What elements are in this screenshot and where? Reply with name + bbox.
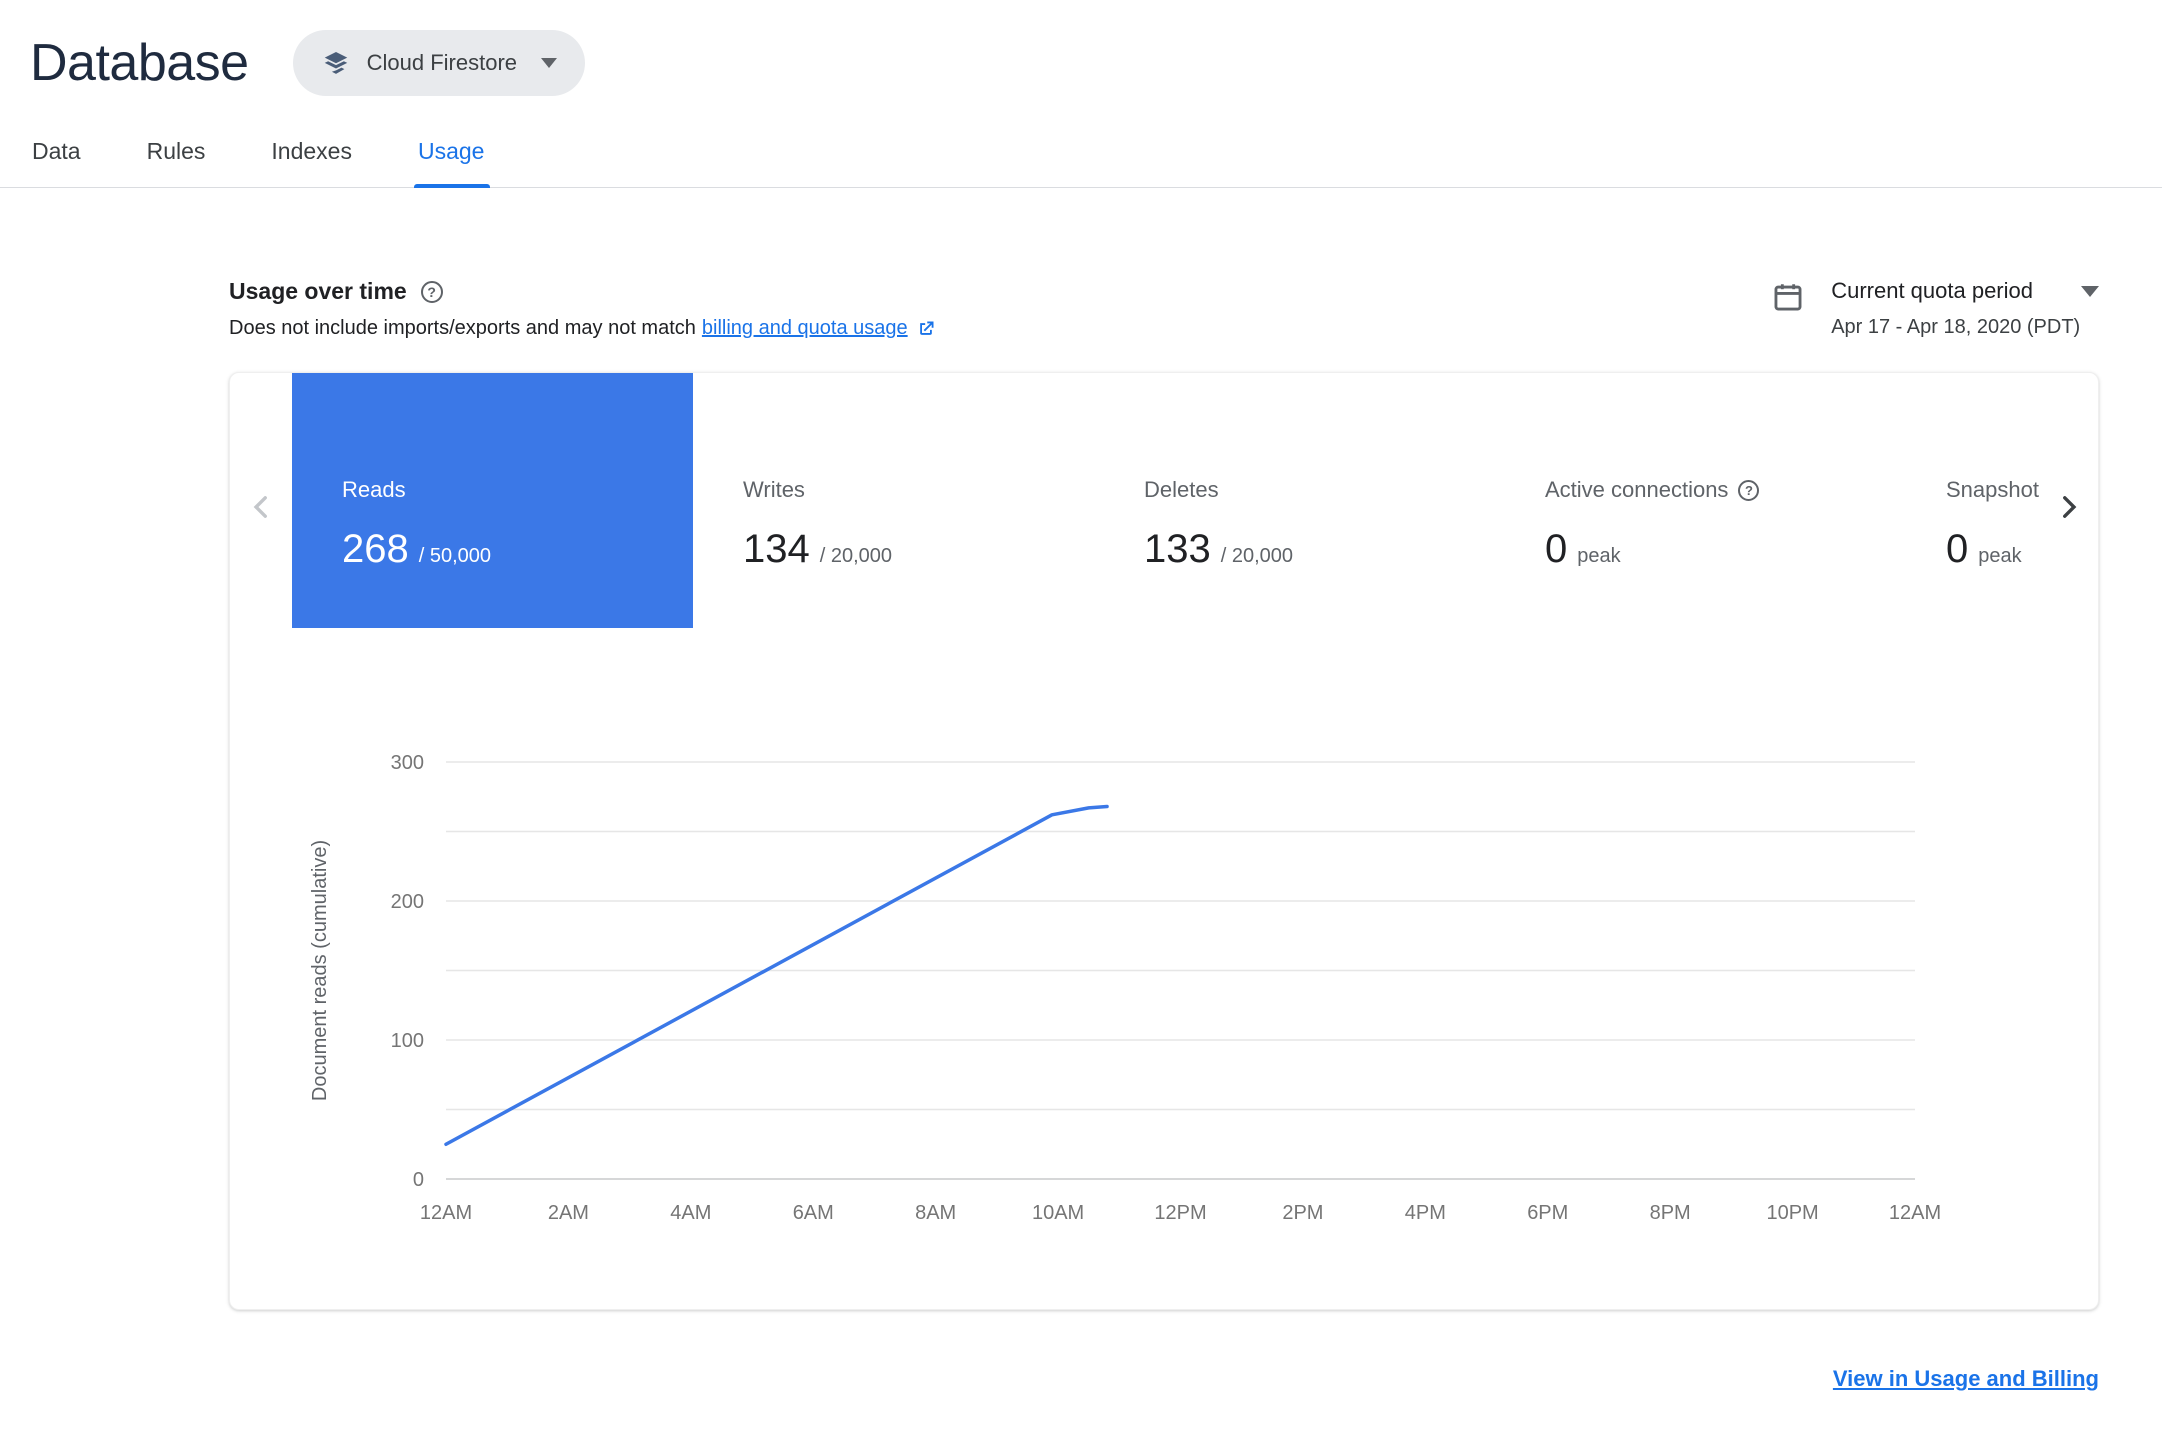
- quota-period-select[interactable]: Current quota period: [1831, 278, 2099, 304]
- active-connections-value: 0: [1545, 527, 1568, 571]
- svg-text:2PM: 2PM: [1282, 1202, 1323, 1224]
- svg-text:300: 300: [391, 752, 424, 774]
- metric-tiles-viewport: Reads 268 / 50,000 Writes 134 / 20,000 D…: [230, 373, 2045, 628]
- svg-text:6PM: 6PM: [1527, 1202, 1568, 1224]
- usage-description-text: Does not include imports/exports and may…: [229, 317, 696, 339]
- snapshot-listeners-value: 0: [1946, 527, 1969, 571]
- svg-text:12PM: 12PM: [1154, 1202, 1206, 1224]
- svg-text:200: 200: [391, 891, 424, 913]
- reads-limit: / 50,000: [418, 545, 492, 567]
- carousel-prev-button[interactable]: [244, 490, 278, 524]
- section-title: Usage over time: [229, 278, 407, 304]
- usage-header-left: Usage over time ? Does not include impor…: [229, 278, 936, 340]
- chevron-down-icon: [2081, 285, 2099, 297]
- quota-period-label: Current quota period: [1831, 278, 2033, 303]
- svg-text:10PM: 10PM: [1766, 1202, 1818, 1224]
- writes-limit: / 20,000: [819, 545, 893, 567]
- page-title: Database: [30, 34, 249, 92]
- svg-text:6AM: 6AM: [793, 1202, 834, 1224]
- svg-text:Document reads (cumulative): Document reads (cumulative): [309, 840, 331, 1101]
- tab-data[interactable]: Data: [30, 120, 83, 187]
- metric-tiles-row: Reads 268 / 50,000 Writes 134 / 20,000 D…: [230, 373, 2045, 628]
- tab-indexes[interactable]: Indexes: [269, 120, 354, 187]
- svg-text:0: 0: [413, 1169, 424, 1191]
- quota-period-dropdown: Current quota period Apr 17 - Apr 18, 20…: [1831, 278, 2099, 339]
- active-connections-help-icon[interactable]: ?: [1738, 479, 1760, 501]
- usage-description: Does not include imports/exports and may…: [229, 317, 936, 340]
- product-selector-label: Cloud Firestore: [366, 50, 517, 75]
- svg-text:2AM: 2AM: [548, 1202, 589, 1224]
- tab-rules[interactable]: Rules: [145, 120, 208, 187]
- svg-text:100: 100: [391, 1030, 424, 1052]
- usage-chart-area: 0 100 200 300 12AM 2AM 4AM 6AM 8AM 10AM 12PM 2PM 4PM…: [230, 726, 2098, 1251]
- carousel-next-button[interactable]: [2052, 490, 2086, 524]
- chevron-right-icon: [2063, 496, 2077, 518]
- quota-period-control: Current quota period Apr 17 - Apr 18, 20…: [1771, 278, 2099, 339]
- svg-text:8AM: 8AM: [915, 1202, 956, 1224]
- tab-usage[interactable]: Usage: [413, 120, 491, 188]
- svg-text:4PM: 4PM: [1405, 1202, 1446, 1224]
- main-content: Usage over time ? Does not include impor…: [229, 278, 2099, 1392]
- usage-card: Reads 268 / 50,000 Writes 134 / 20,000 D…: [229, 372, 2099, 1310]
- usage-help-icon[interactable]: ?: [420, 280, 443, 303]
- calendar-icon: [1771, 280, 1805, 339]
- svg-text:10AM: 10AM: [1032, 1202, 1084, 1224]
- svg-text:12AM: 12AM: [1889, 1202, 1941, 1224]
- metric-tile-active-connections[interactable]: Active connections ? 0 peak: [1495, 373, 1896, 628]
- usage-chart: 0 100 200 300 12AM 2AM 4AM 6AM 8AM 10AM 12PM 2PM 4PM…: [309, 752, 1941, 1224]
- metric-tile-snapshot-listeners[interactable]: Snapshot listeners 0 peak: [1896, 373, 2045, 628]
- billing-quota-usage-link[interactable]: billing and quota usage: [702, 317, 936, 340]
- metric-tile-deletes[interactable]: Deletes 133 / 20,000: [1094, 373, 1495, 628]
- metric-tile-writes[interactable]: Writes 134 / 20,000: [693, 373, 1094, 628]
- chevron-left-icon: [253, 496, 267, 518]
- open-in-new-icon: [919, 321, 934, 335]
- snapshot-listeners-limit: peak: [1978, 545, 2022, 567]
- reads-value: 268: [342, 527, 409, 571]
- svg-text:4AM: 4AM: [670, 1202, 711, 1224]
- footer: View in Usage and Billing: [229, 1366, 2099, 1392]
- deletes-value: 133: [1144, 527, 1211, 571]
- tabbar: Data Rules Indexes Usage: [0, 120, 2162, 188]
- active-connections-limit: peak: [1577, 545, 1621, 567]
- chevron-down-icon: [541, 58, 557, 68]
- svg-text:12AM: 12AM: [420, 1202, 472, 1224]
- usage-section-header: Usage over time ? Does not include impor…: [229, 278, 2099, 340]
- metric-tile-reads[interactable]: Reads 268 / 50,000: [292, 373, 693, 628]
- product-selector[interactable]: Cloud Firestore: [292, 30, 585, 96]
- firestore-icon: [321, 48, 351, 78]
- view-usage-billing-link[interactable]: View in Usage and Billing: [1833, 1366, 2099, 1392]
- app-header: Database Cloud Firestore: [0, 0, 2162, 96]
- svg-text:8PM: 8PM: [1650, 1202, 1691, 1224]
- quota-period-range: Apr 17 - Apr 18, 2020 (PDT): [1831, 316, 2081, 338]
- writes-value: 134: [743, 527, 810, 571]
- deletes-limit: / 20,000: [1220, 545, 1294, 567]
